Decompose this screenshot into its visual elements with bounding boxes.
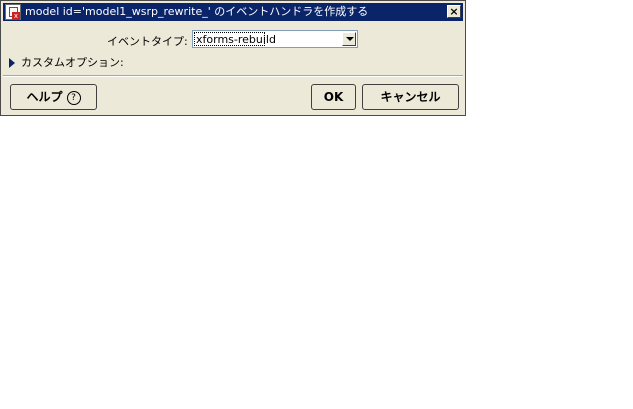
expand-triangle-icon[interactable] xyxy=(9,58,15,68)
create-event-handler-dialog: x model id='model1_wsrp_rewrite_' のイベントハ… xyxy=(0,0,466,116)
cancel-button-label: キャンセル xyxy=(380,90,441,104)
app-icon: x xyxy=(5,4,21,20)
help-icon: ? xyxy=(66,90,81,105)
close-button[interactable]: × xyxy=(447,5,461,18)
dropdown-button[interactable] xyxy=(342,32,356,46)
help-button[interactable]: ヘルプ? xyxy=(10,84,97,110)
window-title: model id='model1_wsrp_rewrite_' のイベントハンド… xyxy=(25,5,369,18)
ok-button-label: OK xyxy=(323,90,344,104)
event-type-value[interactable]: xforms-rebuild xyxy=(194,32,276,46)
event-type-label: イベントタイプ: xyxy=(107,35,188,48)
separator xyxy=(3,75,463,77)
chevron-down-icon xyxy=(346,37,354,41)
event-type-combobox[interactable]: xforms-rebuild xyxy=(192,30,358,48)
title-bar[interactable]: x model id='model1_wsrp_rewrite_' のイベントハ… xyxy=(3,3,463,21)
ok-button[interactable]: OK xyxy=(311,84,356,110)
help-button-label: ヘルプ xyxy=(26,90,63,104)
custom-options-label: カスタムオプション: xyxy=(21,56,124,69)
cancel-button[interactable]: キャンセル xyxy=(362,84,459,110)
